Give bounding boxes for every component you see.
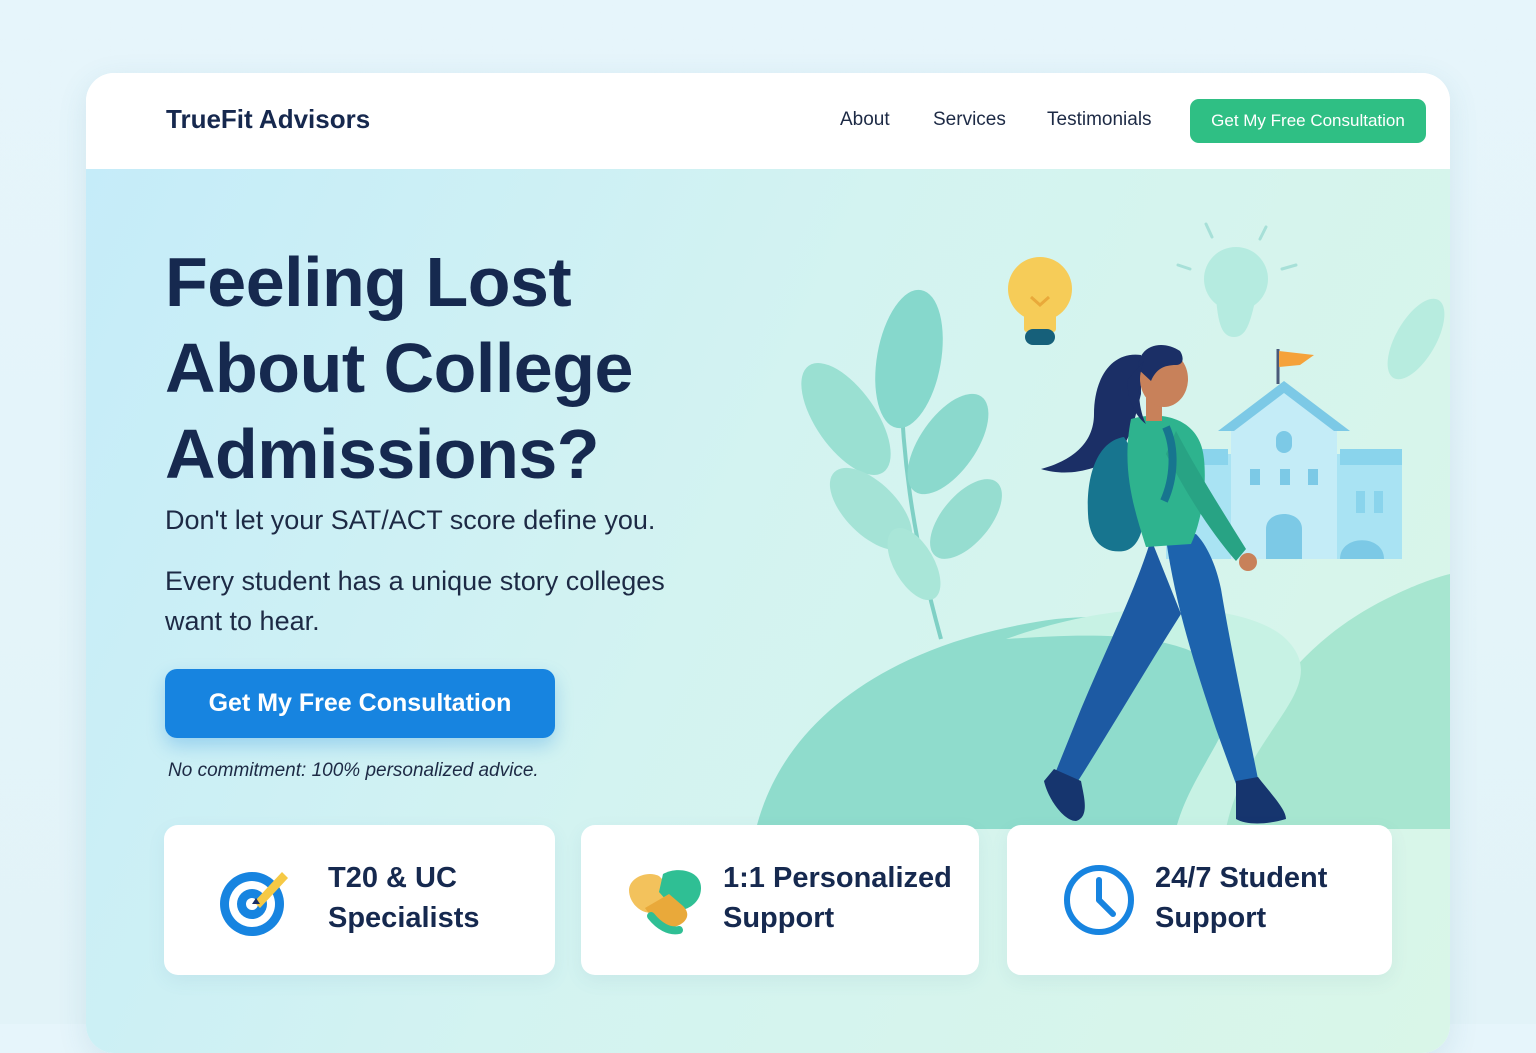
feature-card-specialists: T20 & UC Specialists [164, 825, 555, 975]
top-navigation: TrueFit Advisors About Services Testimon… [86, 73, 1450, 169]
feature-line-2: Support [1155, 902, 1267, 934]
feature-card-personalized: 1:1 Personalized Support [581, 825, 979, 975]
hero-headline: Feeling Lost About College Admissions? [165, 239, 785, 497]
headline-line-2: About College [165, 329, 633, 407]
feature-line-2: Specialists [328, 902, 480, 934]
target-icon [220, 872, 288, 936]
headline-line-1: Feeling Lost [165, 243, 572, 321]
nav-link-services[interactable]: Services [933, 109, 1006, 131]
lightbulb-icon [1008, 257, 1072, 345]
feature-line-1: 1:1 Personalized [723, 862, 952, 894]
feature-label-specialists: T20 & UC Specialists [328, 858, 480, 938]
hero-subheadline: Don't let your SAT/ACT score define you. [165, 505, 656, 535]
background-leaf [1387, 298, 1445, 380]
hero-note: No commitment: 100% personalized advice. [168, 760, 539, 781]
landing-page-window: TrueFit Advisors About Services Testimon… [86, 73, 1450, 1053]
feature-label-support: 24/7 Student Support [1155, 858, 1327, 938]
brand-logo[interactable]: TrueFit Advisors [166, 104, 370, 135]
clock-icon [1064, 865, 1134, 935]
feature-line-2: Support [723, 902, 835, 934]
headline-line-3: Admissions? [165, 415, 600, 493]
nav-link-about[interactable]: About [840, 109, 890, 131]
feature-label-personalized: 1:1 Personalized Support [723, 858, 952, 938]
feature-line-1: 24/7 Student [1155, 862, 1328, 894]
feature-card-support: 24/7 Student Support [1007, 825, 1392, 975]
hero-section: Feeling Lost About College Admissions? D… [86, 169, 1450, 1053]
hill-left [756, 617, 1239, 829]
plant-leaves [801, 289, 1002, 640]
lightbulb-glow-icon [1176, 222, 1298, 337]
feature-line-1: T20 & UC [328, 862, 457, 894]
handshake-icon [629, 870, 701, 935]
hero-body-text: Every student has a unique story college… [165, 566, 665, 636]
nav-link-testimonials[interactable]: Testimonials [1047, 109, 1152, 131]
hero-consultation-button[interactable]: Get My Free Consultation [165, 669, 555, 738]
nav-consultation-button[interactable]: Get My Free Consultation [1190, 99, 1426, 143]
